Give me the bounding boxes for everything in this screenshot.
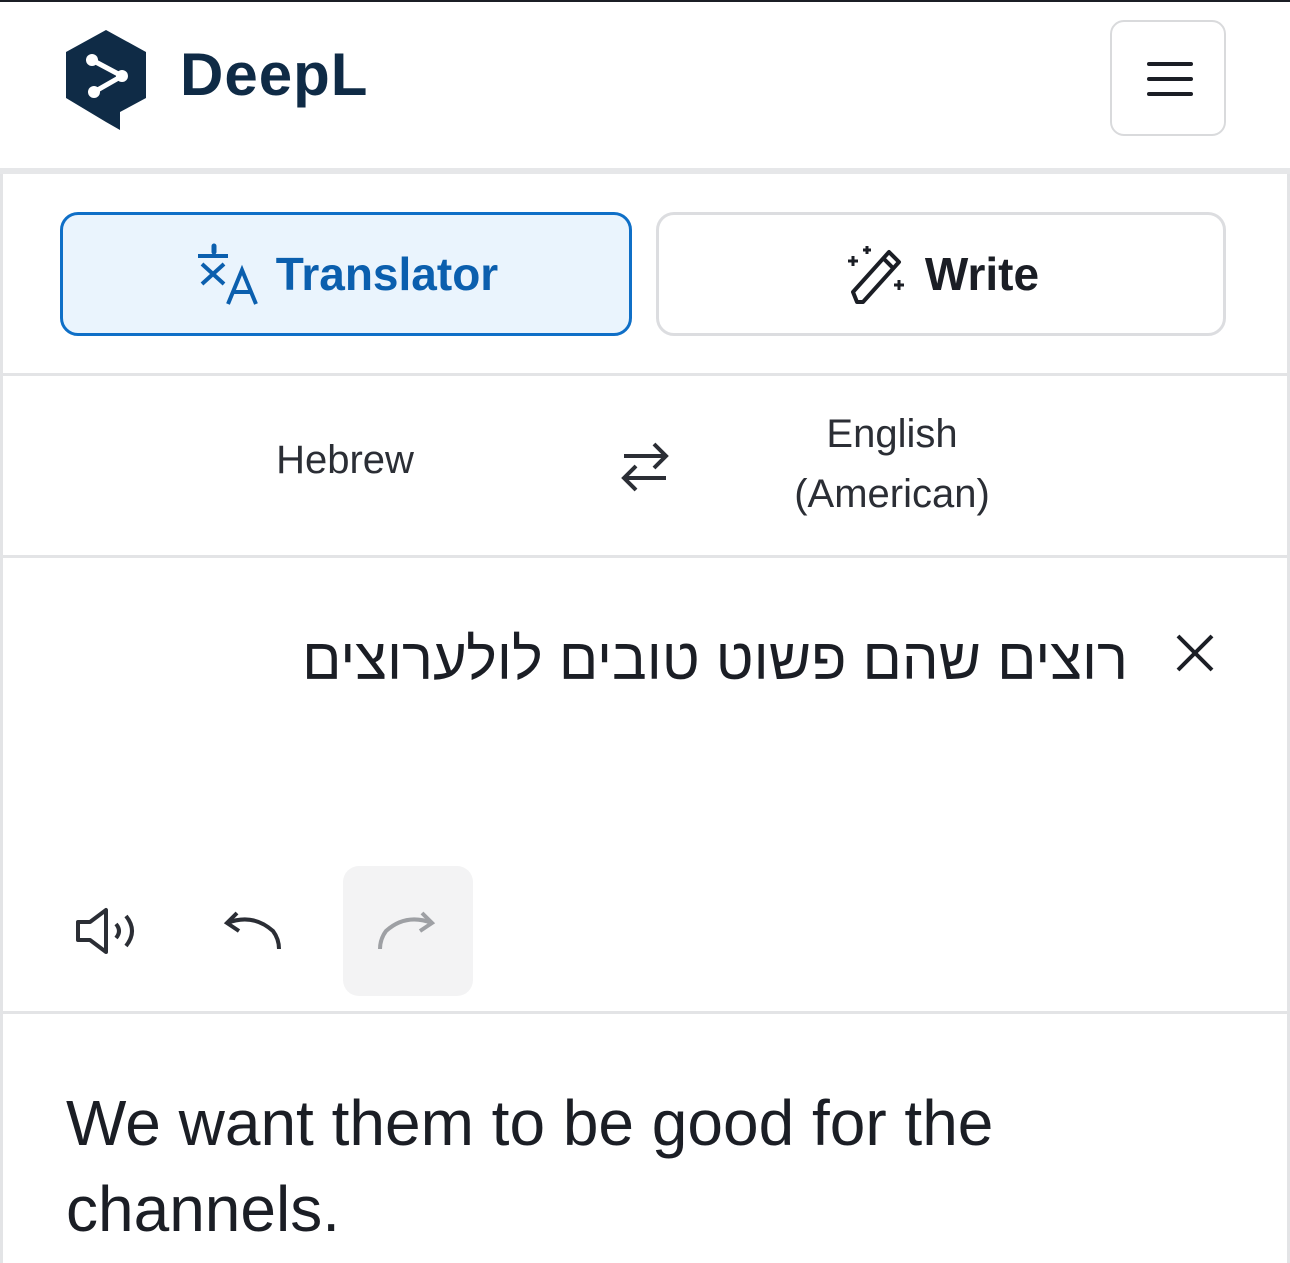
speaker-icon bbox=[76, 908, 134, 954]
app-header: DeepL bbox=[0, 2, 1290, 168]
tab-translator-label: Translator bbox=[275, 248, 499, 300]
tabs-divider bbox=[0, 373, 1290, 376]
translation-output: We want them to be good for the channels… bbox=[66, 1087, 994, 1245]
translate-icon bbox=[197, 243, 258, 305]
target-language-selector[interactable]: English (American) bbox=[742, 404, 1042, 524]
tab-write-label: Write bbox=[924, 248, 1040, 300]
swap-arrows-icon[interactable] bbox=[614, 438, 676, 496]
tab-translator[interactable]: Translator bbox=[60, 212, 632, 336]
close-icon[interactable] bbox=[1172, 630, 1218, 676]
magic-pen-icon bbox=[847, 246, 904, 304]
tab-write[interactable]: Write bbox=[656, 212, 1226, 336]
languages-divider bbox=[0, 555, 1290, 558]
redo-icon bbox=[378, 911, 436, 950]
listen-button[interactable] bbox=[44, 866, 174, 996]
source-language-selector[interactable]: Hebrew bbox=[245, 438, 445, 483]
menu-button[interactable] bbox=[1110, 20, 1226, 136]
hamburger-menu-icon bbox=[1147, 62, 1193, 96]
deepl-logo-icon[interactable] bbox=[62, 28, 150, 132]
undo-icon bbox=[223, 911, 281, 950]
panels-divider bbox=[0, 1011, 1290, 1014]
redo-button[interactable] bbox=[343, 866, 473, 996]
source-text-input[interactable]: רוצים שהם פשוט טובים לולערוצים bbox=[200, 626, 1128, 693]
brand-name: DeepL bbox=[180, 41, 369, 108]
undo-button[interactable] bbox=[186, 866, 316, 996]
